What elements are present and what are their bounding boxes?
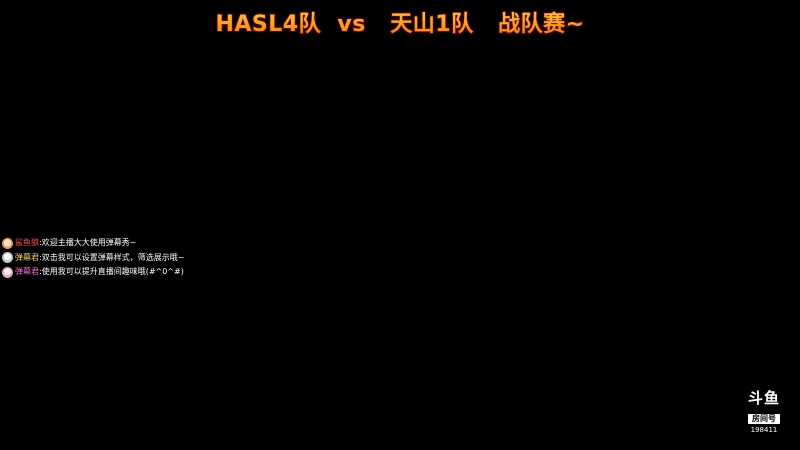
danmaku-text: :双击我可以设置弹幕样式，筛选展示哦~ bbox=[39, 252, 185, 262]
user-avatar-icon bbox=[2, 237, 13, 249]
douyu-logo: 斗鱼 bbox=[747, 389, 780, 407]
danmaku-text: :使用我可以提升直播间趣味哦(#^0^#) bbox=[39, 267, 184, 276]
danmaku-item: 弹幕君 :使用我可以提升直播间趣味哦(#^0^#) bbox=[2, 265, 302, 279]
danmaku-nickname: 弹幕君 bbox=[15, 252, 39, 262]
danmaku-nickname: 弹幕君 bbox=[15, 267, 39, 276]
bot-avatar-icon bbox=[2, 266, 13, 278]
stream-video-area[interactable]: HASL4队 vs 天山1队 战队赛~ HASL4队 vs 天山1队 战队赛~ … bbox=[0, 0, 800, 450]
douyu-watermark: 斗鱼 房间号 198411 bbox=[740, 390, 788, 438]
danmaku-list: 鲨鱼狼 :欢迎主播大大使用弹幕秀~ 弹幕君 :双击我可以设置弹幕样式，筛选展示哦… bbox=[2, 236, 302, 280]
danmaku-text: :欢迎主播大大使用弹幕秀~ bbox=[39, 238, 137, 247]
danmaku-nickname: 鲨鱼狼 bbox=[15, 238, 39, 247]
room-number: 198411 bbox=[750, 426, 778, 434]
stream-title: HASL4队 vs 天山1队 战队赛~ bbox=[0, 6, 800, 38]
danmaku-item: 弹幕君 :双击我可以设置弹幕样式，筛选展示哦~ bbox=[2, 251, 302, 265]
bot-avatar-icon bbox=[2, 252, 13, 263]
room-label: 房间号 bbox=[748, 414, 780, 424]
danmaku-item: 鲨鱼狼 :欢迎主播大大使用弹幕秀~ bbox=[2, 236, 302, 250]
stream-title-overlay: HASL4队 vs 天山1队 战队赛~ HASL4队 vs 天山1队 战队赛~ bbox=[0, 0, 800, 40]
